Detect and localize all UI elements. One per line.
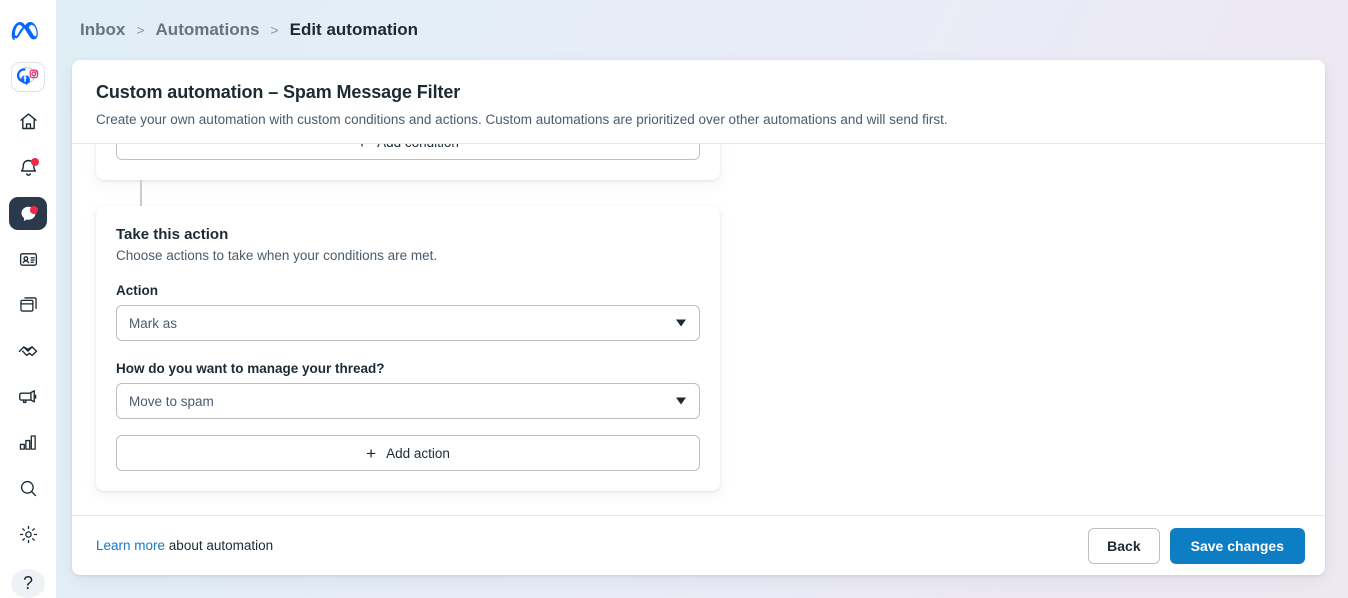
left-nav-rail: Home Notifications Inbox Contacts Po — [0, 0, 56, 598]
chevron-down-icon — [676, 397, 686, 405]
apps-switcher[interactable] — [11, 62, 45, 93]
step-connector — [140, 180, 142, 206]
action-select[interactable]: Mark as — [116, 305, 700, 341]
automation-steps-scroll-area[interactable]: + Add condition Take this action Choose … — [72, 144, 1325, 515]
breadcrumb-item-current: Edit automation — [289, 20, 419, 39]
card-header: Custom automation – Spam Message Filter … — [72, 60, 1325, 144]
sidebar-item-search[interactable]: Search — [9, 472, 47, 505]
add-condition-button[interactable]: + Add condition — [116, 144, 700, 160]
breadcrumb-item-inbox[interactable]: Inbox — [80, 20, 125, 40]
back-button[interactable]: Back — [1088, 527, 1160, 564]
plus-icon: + — [357, 144, 367, 151]
meta-logo[interactable] — [9, 20, 47, 42]
action-step-title: Take this action — [116, 226, 229, 243]
action-step-card: Take this action Choose actions to take … — [96, 206, 720, 491]
automation-editor-card: Custom automation – Spam Message Filter … — [72, 60, 1325, 575]
conditions-step-card: + Add condition — [96, 144, 720, 180]
sidebar-item-home[interactable]: Home — [9, 105, 47, 138]
thread-select-value: Move to spam — [129, 393, 214, 409]
breadcrumb-item-automations[interactable]: Automations — [156, 20, 260, 40]
page-subtitle: Create your own automation with custom c… — [96, 112, 948, 127]
chevron-down-icon — [676, 319, 686, 327]
add-action-button[interactable]: + Add action — [116, 435, 700, 471]
sidebar-item-ads[interactable]: Ads — [9, 380, 47, 413]
action-field-label: Action — [116, 283, 158, 298]
footer-note: Learn more about automation — [96, 538, 273, 553]
card-footer: Learn more about automation Back Save ch… — [72, 515, 1325, 575]
save-changes-button[interactable]: Save changes — [1169, 527, 1305, 564]
sidebar-item-posts[interactable]: Posts — [9, 289, 47, 322]
breadcrumb: Inbox > Automations > Edit automation — [80, 20, 418, 40]
learn-more-link[interactable]: Learn more — [96, 538, 165, 553]
breadcrumb-separator: > — [136, 22, 145, 38]
add-condition-label: Add condition — [377, 144, 459, 150]
action-step-subtitle: Choose actions to take when your conditi… — [116, 248, 438, 263]
action-select-value: Mark as — [129, 315, 178, 331]
add-action-label: Add action — [386, 445, 450, 461]
breadcrumb-separator: > — [270, 22, 279, 38]
footer-actions: Back Save changes — [1088, 527, 1305, 564]
help-glyph: ? — [22, 572, 33, 593]
sidebar-item-partnerships[interactable]: Partnerships — [9, 334, 47, 367]
notification-badge — [31, 157, 39, 166]
sidebar-item-notifications[interactable]: Notifications — [9, 151, 47, 184]
page-title: Custom automation – Spam Message Filter — [96, 82, 461, 102]
thread-field-label: How do you want to manage your thread? — [116, 361, 385, 376]
thread-select[interactable]: Move to spam — [116, 383, 700, 419]
sidebar-item-settings[interactable]: Settings — [9, 518, 47, 551]
sidebar-item-inbox[interactable]: Inbox — [9, 196, 47, 230]
inbox-badge — [30, 205, 38, 214]
plus-icon: + — [366, 443, 377, 463]
footer-note-text: about automation — [165, 538, 274, 553]
sidebar-item-insights[interactable]: Insights — [9, 426, 47, 459]
sidebar-item-contacts[interactable]: Contacts — [9, 243, 47, 276]
help-icon[interactable]: ? — [11, 568, 45, 598]
conditions-step: + Add condition Take this action Choose … — [72, 144, 1325, 491]
